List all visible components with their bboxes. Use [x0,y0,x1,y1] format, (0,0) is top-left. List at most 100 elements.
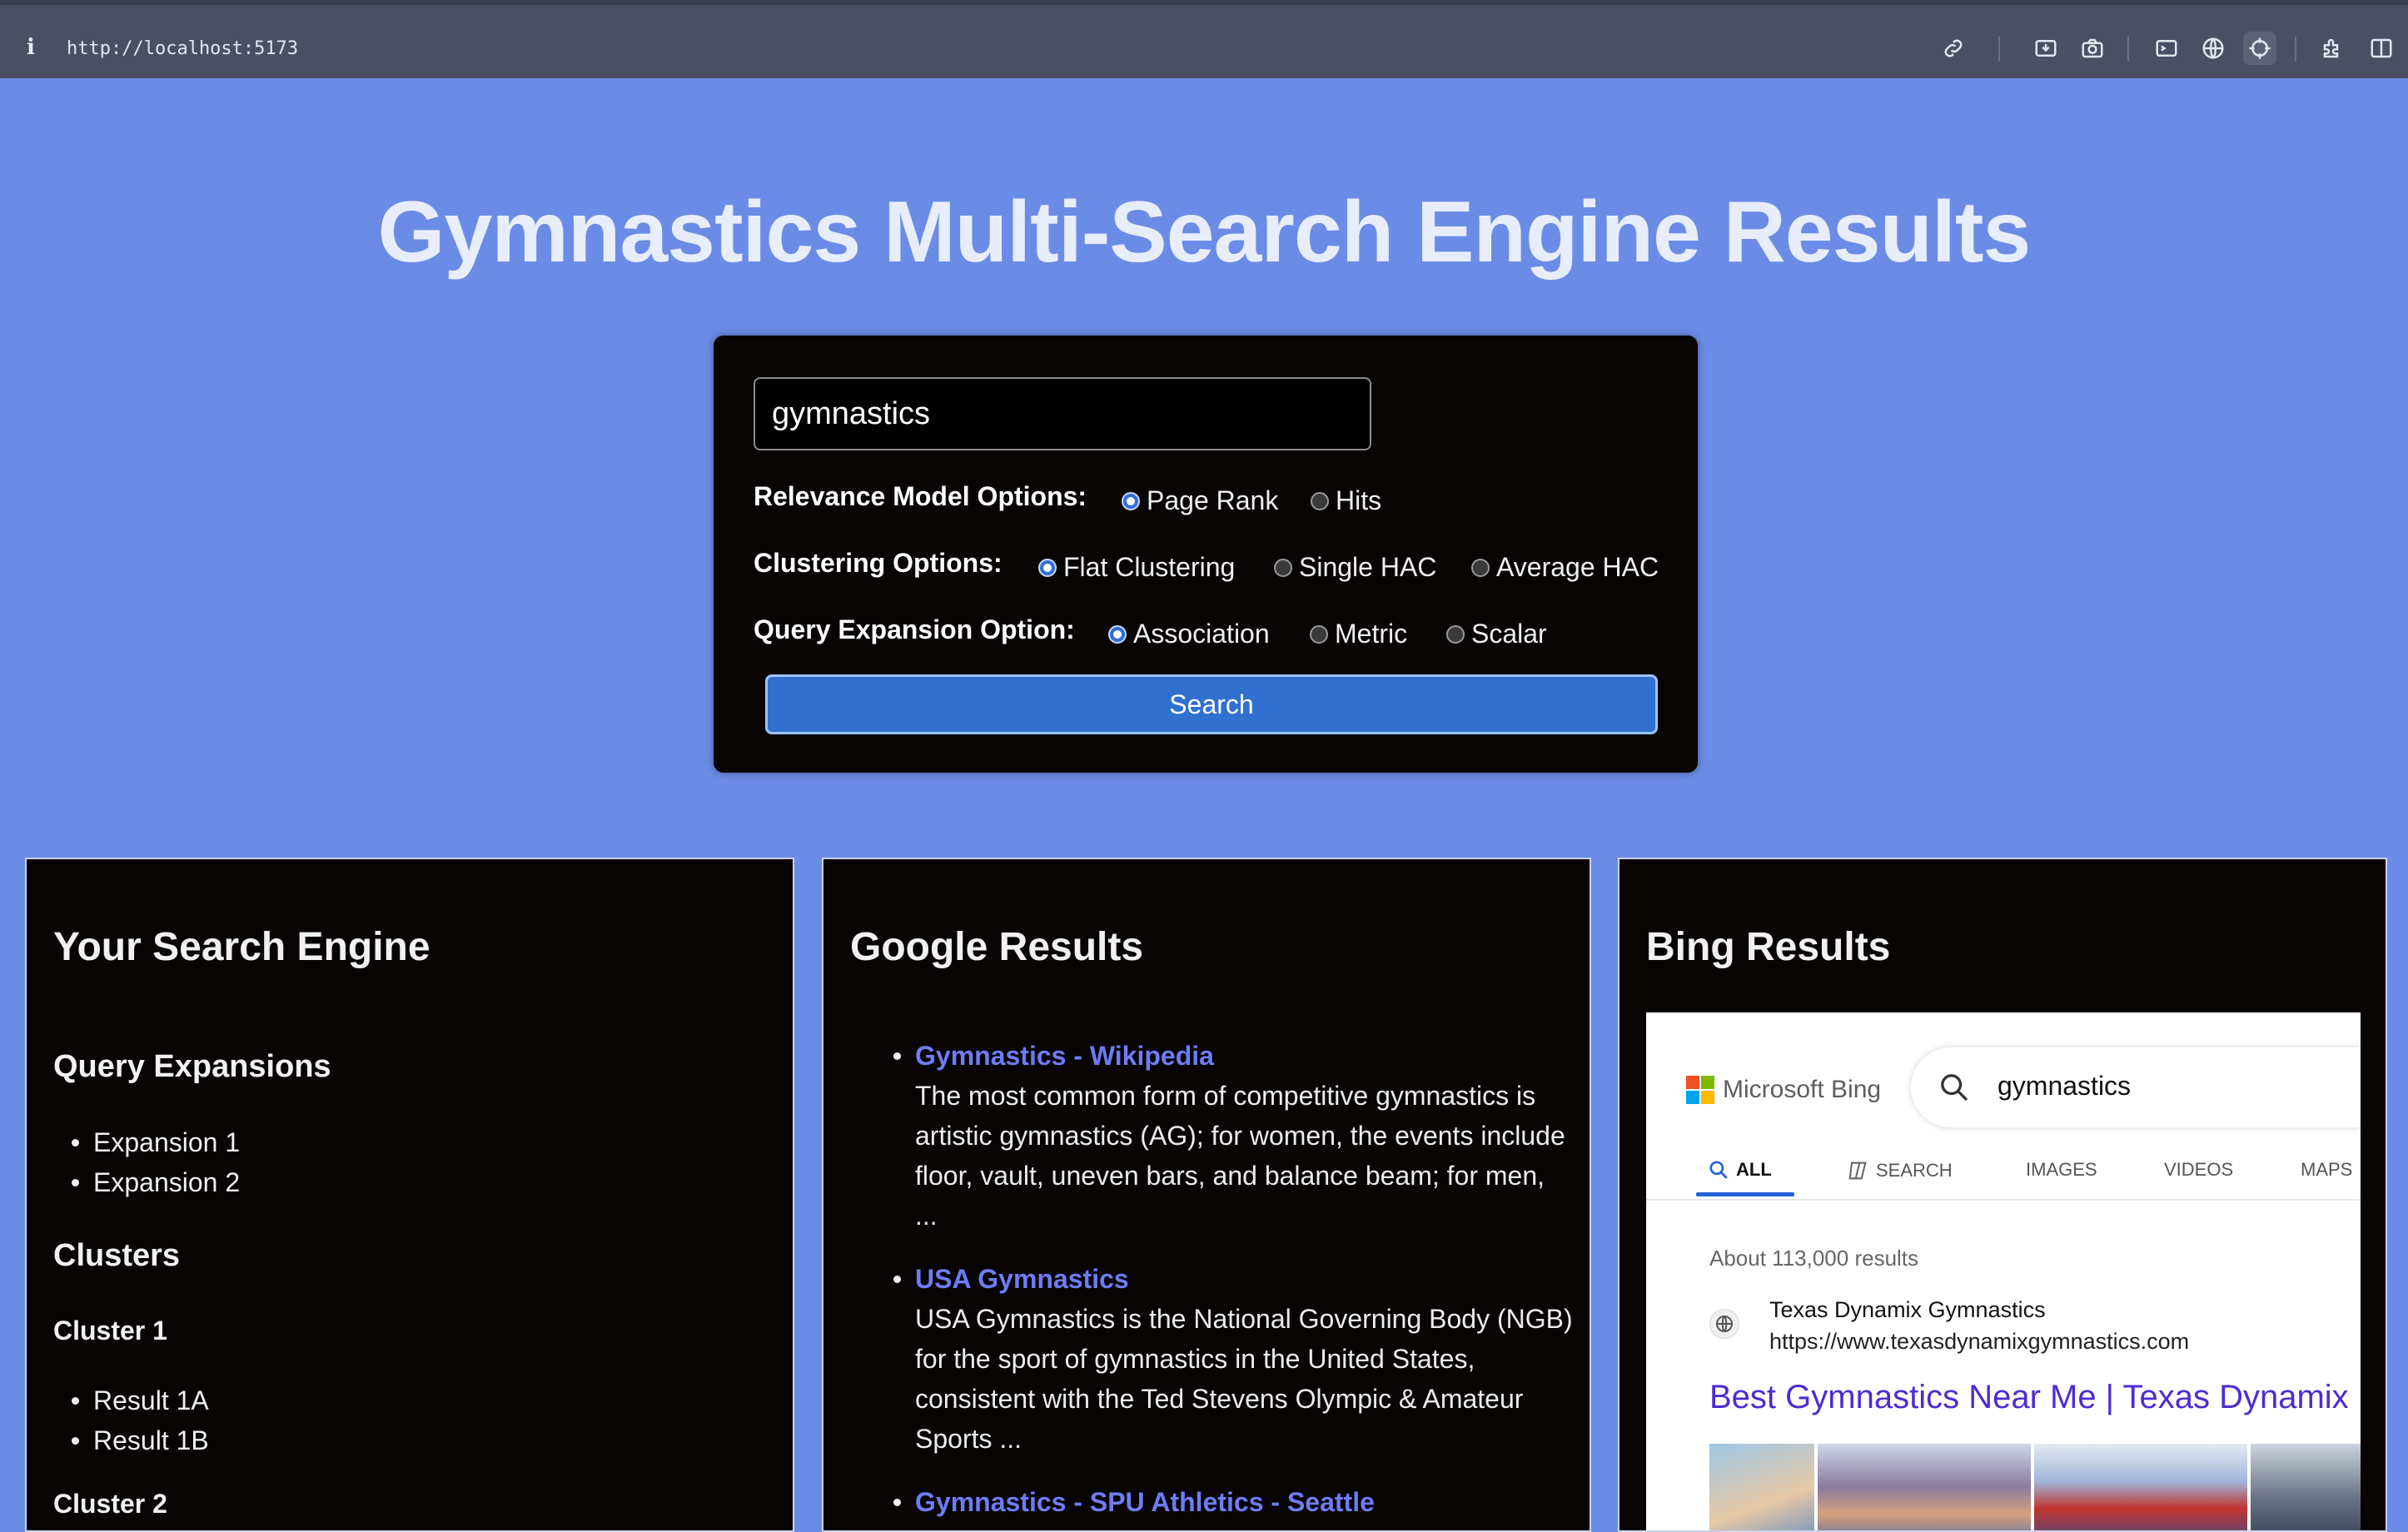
result-thumbnail[interactable] [2251,1444,2361,1530]
link-icon[interactable] [1937,32,1970,65]
radio-unselected-icon[interactable] [1310,624,1328,644]
result-link[interactable]: Gymnastics - SPU Athletics - Seattle [915,1482,1573,1522]
tab-label: MAPS [2301,1159,2353,1180]
camera-icon[interactable] [2076,32,2109,65]
result-thumbnail[interactable] [1818,1444,2031,1530]
google-result-list: Gymnastics - Wikipedia The most common f… [893,1036,1573,1530]
extensions-icon[interactable] [2316,32,2350,65]
radio-label: Metric [1335,619,1408,649]
page-title: Gymnastics Multi-Search Engine Results [377,184,2032,281]
address-bar-url[interactable]: http://localhost:5173 [67,38,298,59]
radio-label: Single HAC [1299,552,1437,582]
radio-hits[interactable]: Hits [1311,485,1381,516]
relevance-options-row: Relevance Model Options: [754,475,1087,517]
cluster-heading: Cluster 2 [53,1489,167,1519]
radio-metric[interactable]: Metric [1310,619,1407,649]
list-item: Gymnastics - SPU Athletics - Seattle [893,1482,1573,1522]
result-link[interactable]: USA Gymnastics [915,1259,1573,1299]
cluster-result-list: Result 1A Result 1B [72,1380,209,1460]
sidebar-icon[interactable] [2365,32,2398,65]
list-item: USA Gymnastics USA Gymnastics is the Nat… [893,1259,1573,1459]
info-icon[interactable]: i [27,35,35,60]
tab-label: ALL [1736,1159,1772,1180]
clusters-heading: Clusters [53,1238,181,1273]
bing-search-box[interactable]: gymnastics [1911,1047,2361,1127]
search-button[interactable]: Search [765,674,1658,734]
tab-videos[interactable]: VIDEOS [2164,1159,2233,1181]
terminal-icon[interactable] [2150,32,2183,65]
result-thumbnail[interactable] [1709,1444,1814,1530]
bing-screenshot: Microsoft Bing gymnastics ALL SEARCH IMA… [1646,1012,2361,1530]
your-engine-panel: Your Search Engine Query Expansions Expa… [25,858,794,1532]
toolbar-divider [2295,37,2296,62]
radio-single-hac[interactable]: Single HAC [1274,552,1436,583]
radio-label: Scalar [1471,619,1547,649]
radio-selected-icon[interactable] [1108,624,1127,644]
copilot-icon [1848,1161,1867,1180]
globe-icon[interactable] [2197,32,2230,65]
radio-label: Average HAC [1496,552,1659,582]
search-icon [1941,1074,1968,1102]
radio-unselected-icon[interactable] [1311,491,1329,510]
result-link[interactable]: Best Gymnastics Near Me | Texas Dynamix [1709,1379,2349,1416]
query-expansions-heading: Query Expansions [53,1049,331,1084]
radio-flat-clustering[interactable]: Flat Clustering [1038,552,1235,583]
globe-icon [1709,1309,1739,1339]
browser-toolbar: i http://localhost:5173 [0,0,2408,78]
bing-brand-text: Microsoft Bing [1723,1076,1882,1103]
bing-tabs: ALL SEARCH IMAGES VIDEOS MAPS [1646,1152,2361,1201]
expansion-options-row: Query Expansion Option: [754,609,1075,650]
crosshair-icon[interactable] [2243,32,2276,65]
radio-selected-icon[interactable] [1122,491,1140,510]
radio-label: Page Rank [1147,485,1279,515]
radio-label: Hits [1336,485,1382,515]
radio-scalar[interactable]: Scalar [1446,619,1547,649]
expansion-list: Expansion 1 Expansion 2 [71,1122,240,1202]
list-item: Expansion 2 [71,1162,240,1202]
relevance-label: Relevance Model Options: [754,480,1087,511]
active-tab-indicator [1696,1192,1794,1196]
tab-label: VIDEOS [2164,1159,2234,1180]
radio-label: Association [1133,619,1270,649]
radio-unselected-icon[interactable] [1274,558,1292,577]
tab-maps[interactable]: MAPS [2301,1159,2352,1181]
radio-selected-icon[interactable] [1038,558,1057,577]
search-panel: Relevance Model Options: Page Rank Hits … [714,336,1698,773]
list-item: Result 1B [72,1420,209,1460]
radio-unselected-icon[interactable] [1446,624,1465,644]
bing-panel: Bing Results Microsoft Bing gymnastics A… [1618,858,2387,1532]
google-title: Google Results [850,925,1144,969]
expansion-label: Query Expansion Option: [754,614,1075,644]
bing-title: Bing Results [1646,925,1891,969]
google-panel: Google Results Gymnastics - Wikipedia Th… [822,858,1591,1532]
radio-average-hac[interactable]: Average HAC [1471,552,1659,583]
result-link[interactable]: Gymnastics - Wikipedia [915,1036,1573,1076]
radio-label: Flat Clustering [1063,552,1236,582]
screenshot-area-icon[interactable] [2029,32,2062,65]
toolbar-divider [1998,37,2000,62]
bing-query: gymnastics [1998,1071,2132,1101]
your-engine-title: Your Search Engine [53,925,430,969]
tab-all[interactable]: ALL [1708,1159,1772,1181]
list-item: Expansion 1 [71,1122,240,1162]
tab-images[interactable]: IMAGES [2026,1159,2097,1181]
list-item: Gymnastics - Wikipedia The most common f… [893,1036,1573,1236]
result-snippet: USA Gymnastics is the National Governing… [915,1304,1573,1454]
result-thumbnail[interactable] [2034,1444,2247,1530]
site-name: Texas Dynamix Gymnastics [1769,1297,2046,1322]
radio-association[interactable]: Association [1108,619,1270,649]
tab-label: IMAGES [2026,1159,2097,1180]
tab-label: SEARCH [1876,1160,1953,1181]
search-icon [1709,1161,1728,1179]
result-snippet: The most common form of competitive gymn… [915,1081,1565,1231]
radio-unselected-icon[interactable] [1471,558,1490,577]
site-url[interactable]: https://www.texasdynamixgymnastics.com [1769,1329,2189,1355]
result-count: About 113,000 results [1709,1246,1919,1271]
bing-logo: Microsoft Bing [1686,1076,1881,1104]
microsoft-logo-icon [1686,1076,1714,1104]
search-input[interactable] [754,377,1371,450]
tab-search[interactable]: SEARCH [1846,1159,1953,1182]
clustering-label: Clustering Options: [754,547,1003,578]
radio-page-rank[interactable]: Page Rank [1122,485,1278,516]
clustering-options-row: Clustering Options: [754,542,1003,584]
